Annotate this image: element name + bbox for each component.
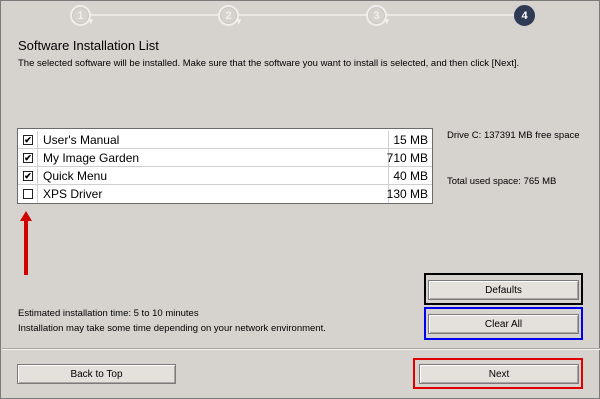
list-item[interactable]: ✔ My Image Garden 710 MB bbox=[18, 149, 432, 167]
drive-free-space: Drive C: 137391 MB free space bbox=[447, 130, 580, 141]
software-name: XPS Driver bbox=[43, 187, 103, 201]
list-item[interactable]: ✔ User's Manual 15 MB bbox=[18, 131, 432, 149]
list-item[interactable]: ✔ Quick Menu 40 MB bbox=[18, 167, 432, 185]
software-size: 40 MB bbox=[393, 169, 428, 183]
software-name: User's Manual bbox=[43, 133, 120, 147]
page-instructions: The selected software will be installed.… bbox=[18, 58, 520, 69]
step-progress-bar: 1 ▾ 2 ▾ 3 ▾ 4 bbox=[2, 2, 600, 29]
step-4-indicator: 4 bbox=[514, 5, 535, 26]
checkbox-checked[interactable]: ✔ bbox=[23, 135, 33, 145]
red-arrow-annotation bbox=[20, 211, 32, 275]
next-button[interactable]: Next bbox=[419, 364, 579, 384]
software-size: 15 MB bbox=[393, 133, 428, 147]
install-time-note: Installation may take some time dependin… bbox=[18, 323, 326, 334]
installer-window: 1 ▾ 2 ▾ 3 ▾ 4 Software Installation List Th… bbox=[0, 0, 600, 399]
software-size: 130 MB bbox=[386, 187, 428, 201]
software-size: 710 MB bbox=[386, 151, 428, 165]
list-item[interactable]: XPS Driver 130 MB bbox=[18, 185, 432, 203]
clear-all-button[interactable]: Clear All bbox=[428, 314, 579, 334]
estimated-install-time: Estimated installation time: 5 to 10 min… bbox=[18, 308, 199, 319]
software-name: Quick Menu bbox=[43, 169, 108, 183]
step-2-indicator: 2 ▾ bbox=[218, 5, 241, 26]
footer-divider bbox=[2, 348, 600, 350]
total-used-space: Total used space: 765 MB bbox=[447, 176, 557, 187]
checkbox-checked[interactable]: ✔ bbox=[23, 153, 33, 163]
step-3-indicator: 3 ▾ bbox=[366, 5, 389, 26]
page-title: Software Installation List bbox=[18, 38, 159, 53]
checkbox-checked[interactable]: ✔ bbox=[23, 171, 33, 181]
chevron-icon: ▾ bbox=[88, 16, 93, 26]
software-name: My Image Garden bbox=[43, 151, 140, 165]
chevron-icon: ▾ bbox=[236, 16, 241, 26]
back-to-top-button[interactable]: Back to Top bbox=[17, 364, 176, 384]
step-progress-line bbox=[82, 14, 522, 16]
chevron-icon: ▾ bbox=[384, 16, 389, 26]
checkbox-unchecked[interactable] bbox=[23, 189, 33, 199]
defaults-button[interactable]: Defaults bbox=[428, 280, 579, 300]
step-1-indicator: 1 ▾ bbox=[70, 5, 93, 26]
software-list: ✔ User's Manual 15 MB ✔ My Image Garden … bbox=[17, 128, 433, 204]
